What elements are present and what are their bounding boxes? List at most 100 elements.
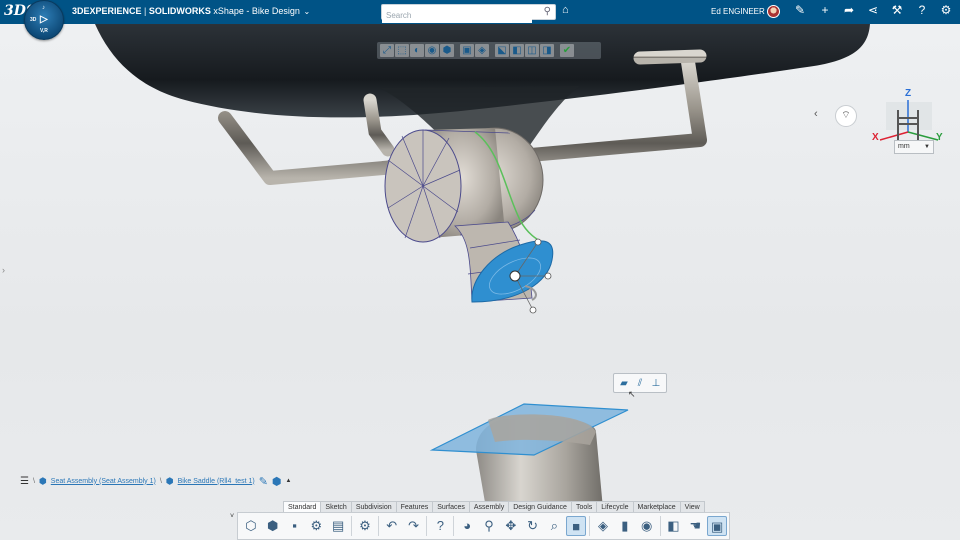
avatar[interactable] (767, 5, 780, 18)
x-axis-label: X (872, 132, 879, 143)
undo-icon[interactable]: ↶ (382, 516, 402, 536)
mouse-cursor-icon: ↖ (628, 389, 636, 399)
save-all-icon[interactable]: ⚙ (306, 516, 326, 536)
hide-show-icon[interactable]: ◈ (475, 44, 489, 57)
material-icon[interactable]: ▮ (615, 516, 635, 536)
help-icon[interactable]: ? (913, 3, 931, 17)
edit-appearance-icon[interactable]: ⬕ (495, 44, 509, 57)
tab-subdivision[interactable]: Subdivision (350, 501, 397, 512)
tab-lifecycle[interactable]: Lifecycle (596, 501, 634, 512)
tab-assembly[interactable]: Assembly (468, 501, 510, 512)
properties-icon[interactable]: ▤ (328, 516, 348, 536)
zoom-icon[interactable]: ⚲ (479, 516, 499, 536)
apply-scene-icon[interactable]: ◧ (510, 44, 524, 57)
tab-tools[interactable]: Tools (570, 501, 598, 512)
top-bar: 3DS 3DEXPERIENCE | SOLIDWORKS xShape - B… (0, 0, 960, 24)
search-icon[interactable]: ⚲ (544, 6, 551, 17)
zoom-area-icon[interactable]: ⬚ (395, 44, 409, 57)
play-icon[interactable]: ▷ (40, 14, 48, 25)
chevron-left-icon[interactable]: ‹ (814, 108, 818, 120)
collapse-toolbar-icon[interactable]: ˅ (227, 513, 237, 525)
manipulator-handle[interactable] (544, 272, 552, 280)
side-panel-handle[interactable]: › (2, 265, 5, 275)
section-icon[interactable]: ◧ (664, 516, 684, 536)
command-bar: ⬡ ⬢ ▪ ⚙ ▤ ⚙ ↶ ↷ ? ◕ ⚲ ✥ ↻ ⌕ ■ ◈ ▮ ◉ ◧ ☚ … (237, 512, 730, 540)
breadcrumb-item-seat-assembly[interactable]: Seat Assembly (Seat Assembly 1) (51, 478, 156, 485)
compass-top[interactable]: ♪ (42, 5, 45, 11)
display-filter-icon[interactable]: ⌔ (835, 105, 857, 127)
breadcrumb-item-bike-saddle[interactable]: Bike Saddle (Rll4_test 1) (178, 478, 255, 485)
zoom-area-icon[interactable]: ⌕ (545, 516, 565, 536)
compass-3d[interactable]: 3D (30, 17, 36, 23)
compass-toggle-icon[interactable]: ⚙ (937, 3, 955, 17)
previous-view-icon[interactable]: ◐ (410, 44, 424, 57)
menu-icon[interactable]: ☰ (20, 476, 29, 487)
share-icon[interactable]: ⋖ (864, 3, 882, 17)
save-icon[interactable]: ▪ (285, 516, 305, 536)
help-icon[interactable]: ? (430, 516, 450, 536)
heads-up-view-toolbar: ⤢ ⬚ ◐ ◉ ⬢ ▣ ◈ ⬕ ◧ ◫ ◨ ✔ (377, 42, 601, 59)
view-triad[interactable]: Z X Y (868, 88, 948, 148)
units-value: mm (898, 143, 910, 150)
forward-icon[interactable]: ➦ (840, 3, 858, 17)
tab-sketch[interactable]: Sketch (320, 501, 352, 512)
compass-widget[interactable]: ♪ 3D ▷ V,R (24, 0, 64, 40)
perpendicular-icon[interactable]: ⊥ (649, 378, 663, 389)
appearance-icon[interactable]: ◈ (593, 516, 613, 536)
chevron-down-icon[interactable]: ⌄ (303, 7, 310, 16)
part-icon: ⬢ (165, 475, 174, 486)
rotate-icon[interactable]: ↻ (523, 516, 543, 536)
add-icon[interactable]: + (816, 3, 834, 17)
tab-standard[interactable]: Standard (283, 501, 322, 512)
options-icon[interactable]: ⚙ (355, 516, 375, 536)
tab-features[interactable]: Features (395, 501, 434, 512)
brand-label: 3DEXPERIENCE (72, 6, 142, 16)
units-select[interactable]: mm ▼ (894, 140, 934, 154)
display-style-icon[interactable]: ▣ (460, 44, 474, 57)
hand-icon[interactable]: ☚ (685, 516, 705, 536)
plane-from-face-icon[interactable]: ▰ (617, 378, 631, 389)
app-title[interactable]: 3DEXPERIENCE | SOLIDWORKS xShape - Bike … (72, 6, 310, 16)
parallel-icon[interactable]: ⫽ (633, 378, 647, 389)
tab-surfaces[interactable]: Surfaces (432, 501, 470, 512)
view-orientation-icon[interactable]: ⬢ (440, 44, 454, 57)
view-settings-icon[interactable]: ◫ (525, 44, 539, 57)
tab-design-guidance[interactable]: Design Guidance (508, 501, 572, 512)
command-tabs: Standard Sketch Subdivision Features Sur… (283, 501, 705, 512)
chevron-up-icon[interactable]: ▲ (286, 478, 292, 484)
chevron-down-icon[interactable]: ▼ (924, 141, 930, 153)
manipulator-handle[interactable] (529, 306, 537, 314)
share-post-icon[interactable]: ✎ (791, 3, 809, 17)
lighting-icon[interactable]: ◉ (637, 516, 657, 536)
tools-icon[interactable]: ⚒ (888, 3, 906, 17)
search-box[interactable]: ⚲ (381, 4, 556, 23)
new-assembly-icon[interactable]: ⬢ (263, 516, 283, 536)
manipulator-handle[interactable] (534, 238, 542, 246)
model-scene[interactable] (0, 24, 960, 540)
3d-viewport[interactable]: ‹ ⌔ Z X Y mm ▼ › ▰ ⫽ ⊥ ↖ (0, 24, 960, 540)
display-style-icon[interactable]: ■ (566, 516, 587, 536)
assembly-icon: ⬢ (38, 475, 47, 486)
search-input[interactable] (382, 8, 532, 23)
section-view-icon[interactable]: ◉ (425, 44, 439, 57)
pan-icon[interactable]: ✥ (501, 516, 521, 536)
realview-icon[interactable]: ◨ (540, 44, 554, 57)
reference-icon[interactable]: ◕ (457, 516, 477, 536)
compass-vr[interactable]: V,R (40, 28, 48, 34)
rail-right-end[interactable] (633, 49, 707, 65)
product-label: SOLIDWORKS (148, 6, 211, 16)
component-dropdown-icon[interactable]: ⬢ (272, 475, 282, 488)
realview-icon[interactable]: ▣ (707, 516, 727, 536)
edit-part-icon[interactable]: ✎ (259, 475, 268, 488)
tag-icon[interactable]: ⌂ (562, 4, 569, 16)
redo-icon[interactable]: ↷ (404, 516, 424, 536)
tab-marketplace[interactable]: Marketplace (632, 501, 681, 512)
z-axis-label: Z (905, 88, 912, 99)
user-name[interactable]: Ed ENGINEER (711, 7, 765, 16)
check-icon[interactable]: ✔ (560, 44, 574, 57)
y-axis-label: Y (936, 132, 943, 143)
manipulator-handle[interactable] (509, 270, 521, 282)
new-part-icon[interactable]: ⬡ (241, 516, 261, 536)
tab-view[interactable]: View (679, 501, 705, 512)
zoom-fit-icon[interactable]: ⤢ (380, 44, 394, 57)
